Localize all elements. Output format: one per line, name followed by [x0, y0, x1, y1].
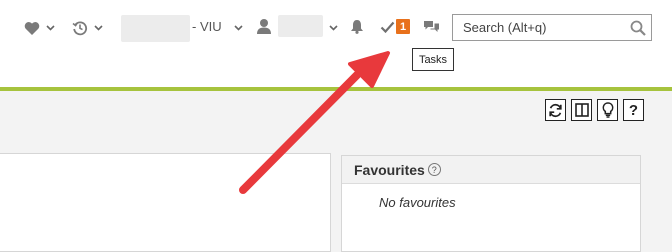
- tips-button[interactable]: [597, 99, 618, 121]
- favourites-empty-text: No favourites: [379, 195, 456, 210]
- chevron-down-icon[interactable]: [234, 25, 243, 31]
- tasks-tooltip: Tasks: [412, 48, 454, 71]
- chevron-down-icon: [46, 25, 55, 31]
- history-menu[interactable]: [72, 17, 103, 39]
- layout-icon: [574, 103, 589, 117]
- history-icon: [72, 20, 88, 36]
- redacted-organisation-name: [121, 15, 190, 42]
- layout-button[interactable]: [571, 99, 592, 121]
- refresh-icon: [548, 103, 563, 118]
- chevron-down-icon[interactable]: [329, 25, 338, 31]
- lightbulb-icon: [602, 102, 614, 118]
- page-toolbar: ?: [545, 99, 644, 121]
- bell-icon[interactable]: [350, 19, 364, 34]
- favourites-panel: Favourites ? No favourites: [341, 155, 641, 252]
- help-button[interactable]: ?: [623, 99, 644, 121]
- organisation-suffix[interactable]: - VIU: [192, 19, 222, 34]
- help-circle-icon[interactable]: ?: [427, 163, 441, 176]
- top-navigation-bar: - VIU 1 Search (Alt+q) Tasks: [0, 0, 672, 88]
- redacted-user-name: [278, 15, 323, 37]
- main-panel: [0, 153, 331, 252]
- chevron-down-icon: [94, 25, 103, 31]
- favourites-header: Favourites ?: [342, 156, 640, 184]
- help-icon: ?: [628, 101, 639, 119]
- search-box[interactable]: [452, 14, 652, 41]
- refresh-button[interactable]: [545, 99, 566, 121]
- search-input[interactable]: [453, 15, 629, 40]
- chat-icon[interactable]: [423, 20, 440, 34]
- check-icon[interactable]: [380, 21, 395, 33]
- dashboard-content: ? Favourites ? No favourites: [0, 91, 672, 252]
- user-icon[interactable]: [256, 18, 272, 35]
- favourites-title: Favourites: [354, 161, 425, 178]
- heart-icon: [24, 21, 40, 36]
- search-icon[interactable]: [630, 20, 646, 36]
- favourites-menu[interactable]: [24, 17, 55, 39]
- page: - VIU 1 Search (Alt+q) Tasks ? Favourite…: [0, 0, 672, 252]
- tasks-badge[interactable]: 1: [396, 19, 410, 34]
